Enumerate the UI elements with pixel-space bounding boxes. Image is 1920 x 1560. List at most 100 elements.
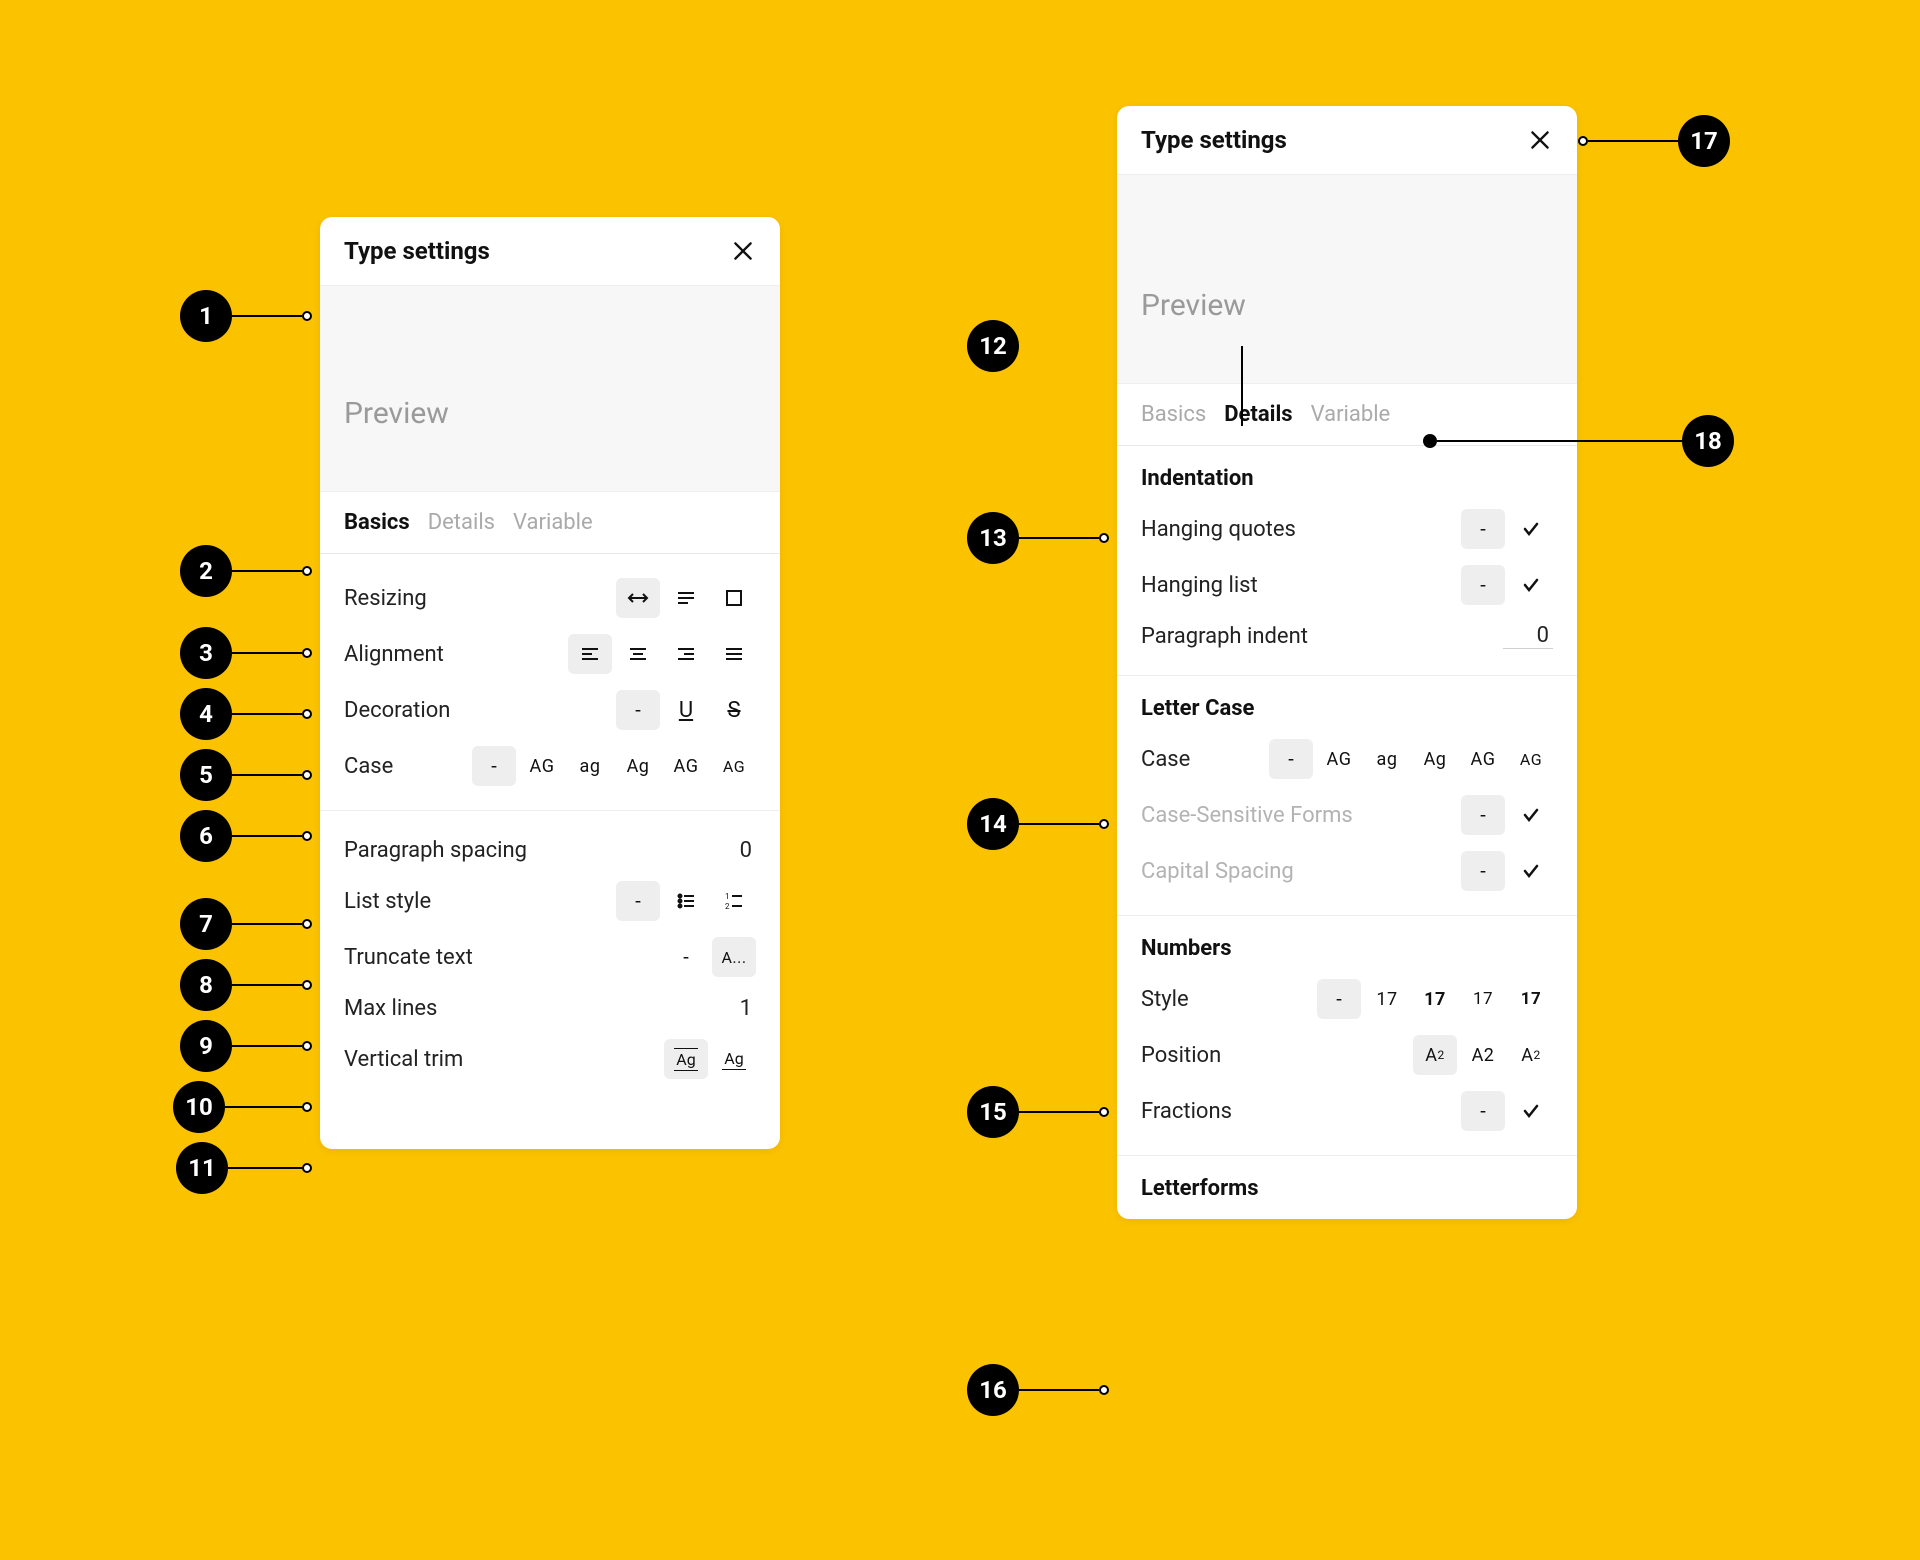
case-none-icon[interactable]: - <box>472 746 516 786</box>
csf-options: - <box>1461 795 1553 835</box>
annotation-7: 7 <box>180 898 312 950</box>
tab-basics[interactable]: Basics <box>344 510 410 535</box>
annotation-14: 14 <box>967 798 1109 850</box>
annotation-8: 8 <box>180 959 312 1011</box>
list-bullet-icon[interactable] <box>664 881 708 921</box>
paragraph-spacing-input[interactable]: 0 <box>706 838 756 863</box>
case-upper-icon[interactable]: AG <box>1317 739 1361 779</box>
list-style-options: - 12 <box>616 881 756 921</box>
position-normal-icon[interactable]: A2 <box>1461 1035 1505 1075</box>
case-title-icon[interactable]: Ag <box>616 746 660 786</box>
row-csf: Case-Sensitive Forms - <box>1141 787 1553 843</box>
decoration-none-icon[interactable]: - <box>616 690 660 730</box>
paragraph-indent-input[interactable]: 0 <box>1503 623 1553 649</box>
capital-spacing-off-icon[interactable]: - <box>1461 851 1505 891</box>
alignment-options <box>568 634 756 674</box>
numstyle-oldstyle-icon[interactable]: 17 <box>1461 979 1505 1019</box>
preview-region: Preview <box>320 285 780 492</box>
case-lower-icon[interactable]: ag <box>1365 739 1409 779</box>
resizing-options <box>616 578 756 618</box>
case-smallcaps-icon[interactable]: AG <box>664 746 708 786</box>
tab-details[interactable]: Details <box>428 510 495 535</box>
list-none-icon[interactable]: - <box>616 881 660 921</box>
max-lines-input[interactable]: 1 <box>706 996 756 1021</box>
case-options: - AG ag Ag AG AG <box>1269 739 1553 779</box>
underline-icon[interactable]: U <box>664 690 708 730</box>
case-smallcaps-icon[interactable]: AG <box>1461 739 1505 779</box>
case-title-icon[interactable]: Ag <box>1413 739 1457 779</box>
truncate-options: - A... <box>664 937 756 977</box>
row-alignment: Alignment <box>344 626 756 682</box>
align-right-icon[interactable] <box>664 634 708 674</box>
panel-header: Type settings <box>320 217 780 285</box>
row-paragraph-indent: Paragraph indent 0 <box>1141 613 1553 659</box>
tab-variable[interactable]: Variable <box>1311 402 1391 427</box>
annotation-6: 6 <box>180 810 312 862</box>
strikethrough-icon[interactable]: S <box>712 690 756 730</box>
capital-spacing-options: - <box>1461 851 1553 891</box>
annotation-18: 18 <box>1423 415 1734 467</box>
csf-label: Case-Sensitive Forms <box>1141 803 1353 828</box>
case-upper-icon[interactable]: AG <box>520 746 564 786</box>
trim-standard-icon[interactable]: Ag <box>664 1039 708 1079</box>
annotation-12: 12 <box>967 320 1243 372</box>
row-case-right: Case - AG ag Ag AG AG <box>1141 731 1553 787</box>
decoration-options: - U S <box>616 690 756 730</box>
csf-off-icon[interactable]: - <box>1461 795 1505 835</box>
row-fractions: Fractions - <box>1141 1083 1553 1139</box>
fractions-off-icon[interactable]: - <box>1461 1091 1505 1131</box>
annotation-1: 1 <box>180 290 312 342</box>
case-label: Case <box>344 754 393 779</box>
tab-variable[interactable]: Variable <box>513 510 593 535</box>
align-left-icon[interactable] <box>568 634 612 674</box>
row-paragraph-spacing: Paragraph spacing 0 <box>344 827 756 873</box>
decoration-label: Decoration <box>344 698 450 723</box>
case-label: Case <box>1141 747 1190 772</box>
capital-spacing-on-icon[interactable] <box>1509 851 1553 891</box>
numstyle-tabular-icon[interactable]: 17 <box>1413 979 1457 1019</box>
numstyle-tabular-oldstyle-icon[interactable]: 17 <box>1509 979 1553 1019</box>
hanging-quotes-on-icon[interactable] <box>1509 509 1553 549</box>
type-settings-panel-details: Type settings Preview Basics Details Var… <box>1117 106 1577 1219</box>
case-forced-smallcaps-icon[interactable]: AG <box>712 746 756 786</box>
resize-auto-height-icon[interactable] <box>664 578 708 618</box>
fractions-on-icon[interactable] <box>1509 1091 1553 1131</box>
hanging-list-on-icon[interactable] <box>1509 565 1553 605</box>
close-icon[interactable] <box>730 238 756 264</box>
hanging-quotes-off-icon[interactable]: - <box>1461 509 1505 549</box>
case-none-icon[interactable]: - <box>1269 739 1313 779</box>
row-hanging-list: Hanging list - <box>1141 557 1553 613</box>
number-style-options: - 17 17 17 17 <box>1317 979 1553 1019</box>
truncate-none-icon[interactable]: - <box>664 937 708 977</box>
row-max-lines: Max lines 1 <box>344 985 756 1031</box>
list-numbered-icon[interactable]: 12 <box>712 881 756 921</box>
case-lower-icon[interactable]: ag <box>568 746 612 786</box>
panel-title: Type settings <box>1141 126 1287 154</box>
hanging-quotes-options: - <box>1461 509 1553 549</box>
numstyle-lining-icon[interactable]: 17 <box>1365 979 1409 1019</box>
close-icon[interactable] <box>1527 127 1553 153</box>
numstyle-none-icon[interactable]: - <box>1317 979 1361 1019</box>
csf-on-icon[interactable] <box>1509 795 1553 835</box>
vertical-trim-label: Vertical trim <box>344 1047 463 1072</box>
type-settings-panel-basics: Type settings Preview Basics Details Var… <box>320 217 780 1149</box>
position-superscript-icon[interactable]: A2 <box>1509 1035 1553 1075</box>
align-justify-icon[interactable] <box>712 634 756 674</box>
row-resizing: Resizing <box>344 570 756 626</box>
align-center-icon[interactable] <box>616 634 660 674</box>
hanging-list-off-icon[interactable]: - <box>1461 565 1505 605</box>
row-truncate: Truncate text - A... <box>344 929 756 985</box>
truncate-ellipsis-icon[interactable]: A... <box>712 937 756 977</box>
resize-auto-width-icon[interactable] <box>616 578 660 618</box>
row-case: Case - AG ag Ag AG AG <box>344 738 756 794</box>
trim-cap-icon[interactable]: Ag <box>712 1039 756 1079</box>
tabs: Basics Details Variable <box>320 492 780 554</box>
resize-fixed-icon[interactable] <box>712 578 756 618</box>
fractions-label: Fractions <box>1141 1099 1232 1124</box>
tab-basics[interactable]: Basics <box>1141 402 1206 427</box>
tab-details[interactable]: Details <box>1224 402 1292 427</box>
paragraph-indent-label: Paragraph indent <box>1141 624 1308 649</box>
position-subscript-icon[interactable]: A2 <box>1413 1035 1457 1075</box>
indentation-header: Indentation <box>1141 462 1553 501</box>
case-forced-smallcaps-icon[interactable]: AG <box>1509 739 1553 779</box>
